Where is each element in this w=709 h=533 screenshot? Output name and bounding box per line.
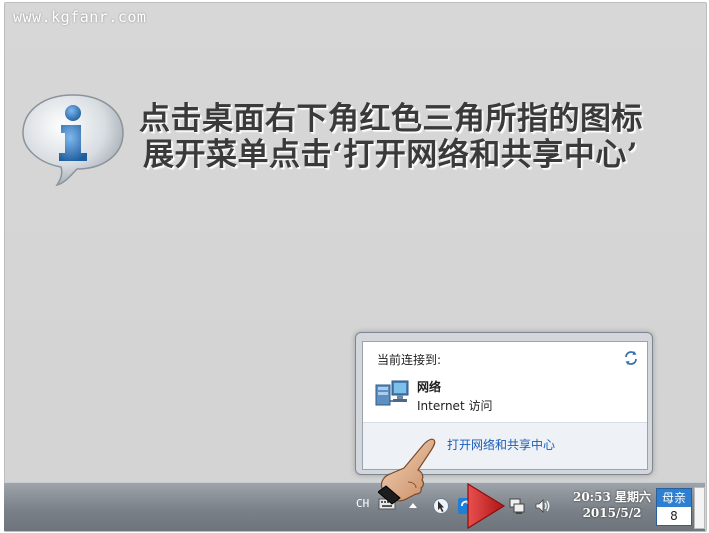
instruction-line-1: 点击桌面右下角红色三角所指的图标 <box>139 101 643 137</box>
instruction-text: 点击桌面右下角红色三角所指的图标 展开菜单点击‘打开网络和共享中心’ <box>139 101 699 173</box>
instruction-line-2: 展开菜单点击‘打开网络和共享中心’ <box>143 137 639 173</box>
refresh-icon[interactable] <box>623 350 639 366</box>
pointing-hand-icon <box>378 438 436 505</box>
watermark: www.kgfanr.com <box>13 8 147 26</box>
info-icon <box>22 94 124 187</box>
calendar-day: 8 <box>670 509 678 523</box>
red-pointer-arrow-icon <box>467 482 506 530</box>
language-indicator[interactable]: CH <box>356 497 369 510</box>
open-network-sharing-center-link[interactable]: 打开网络和共享中心 <box>447 436 555 453</box>
calendar-badge[interactable]: 母亲 8 <box>656 488 692 526</box>
show-desktop-button[interactable] <box>694 487 705 529</box>
clock-time[interactable]: 20:53 星期六 <box>570 488 654 505</box>
taskbar: CH 20:53 星期六 2015/5/2 母亲 8 <box>4 482 705 531</box>
network-tray-icon[interactable] <box>508 497 526 515</box>
volume-icon[interactable] <box>534 497 552 515</box>
clock-date[interactable]: 2015/5/2 <box>570 506 654 520</box>
network-access-status: Internet 访问 <box>417 399 493 413</box>
network-icon <box>375 380 409 406</box>
connected-to-label: 当前连接到: <box>377 353 442 367</box>
calendar-label: 母亲 <box>657 489 691 507</box>
network-name: 网络 <box>417 380 442 394</box>
